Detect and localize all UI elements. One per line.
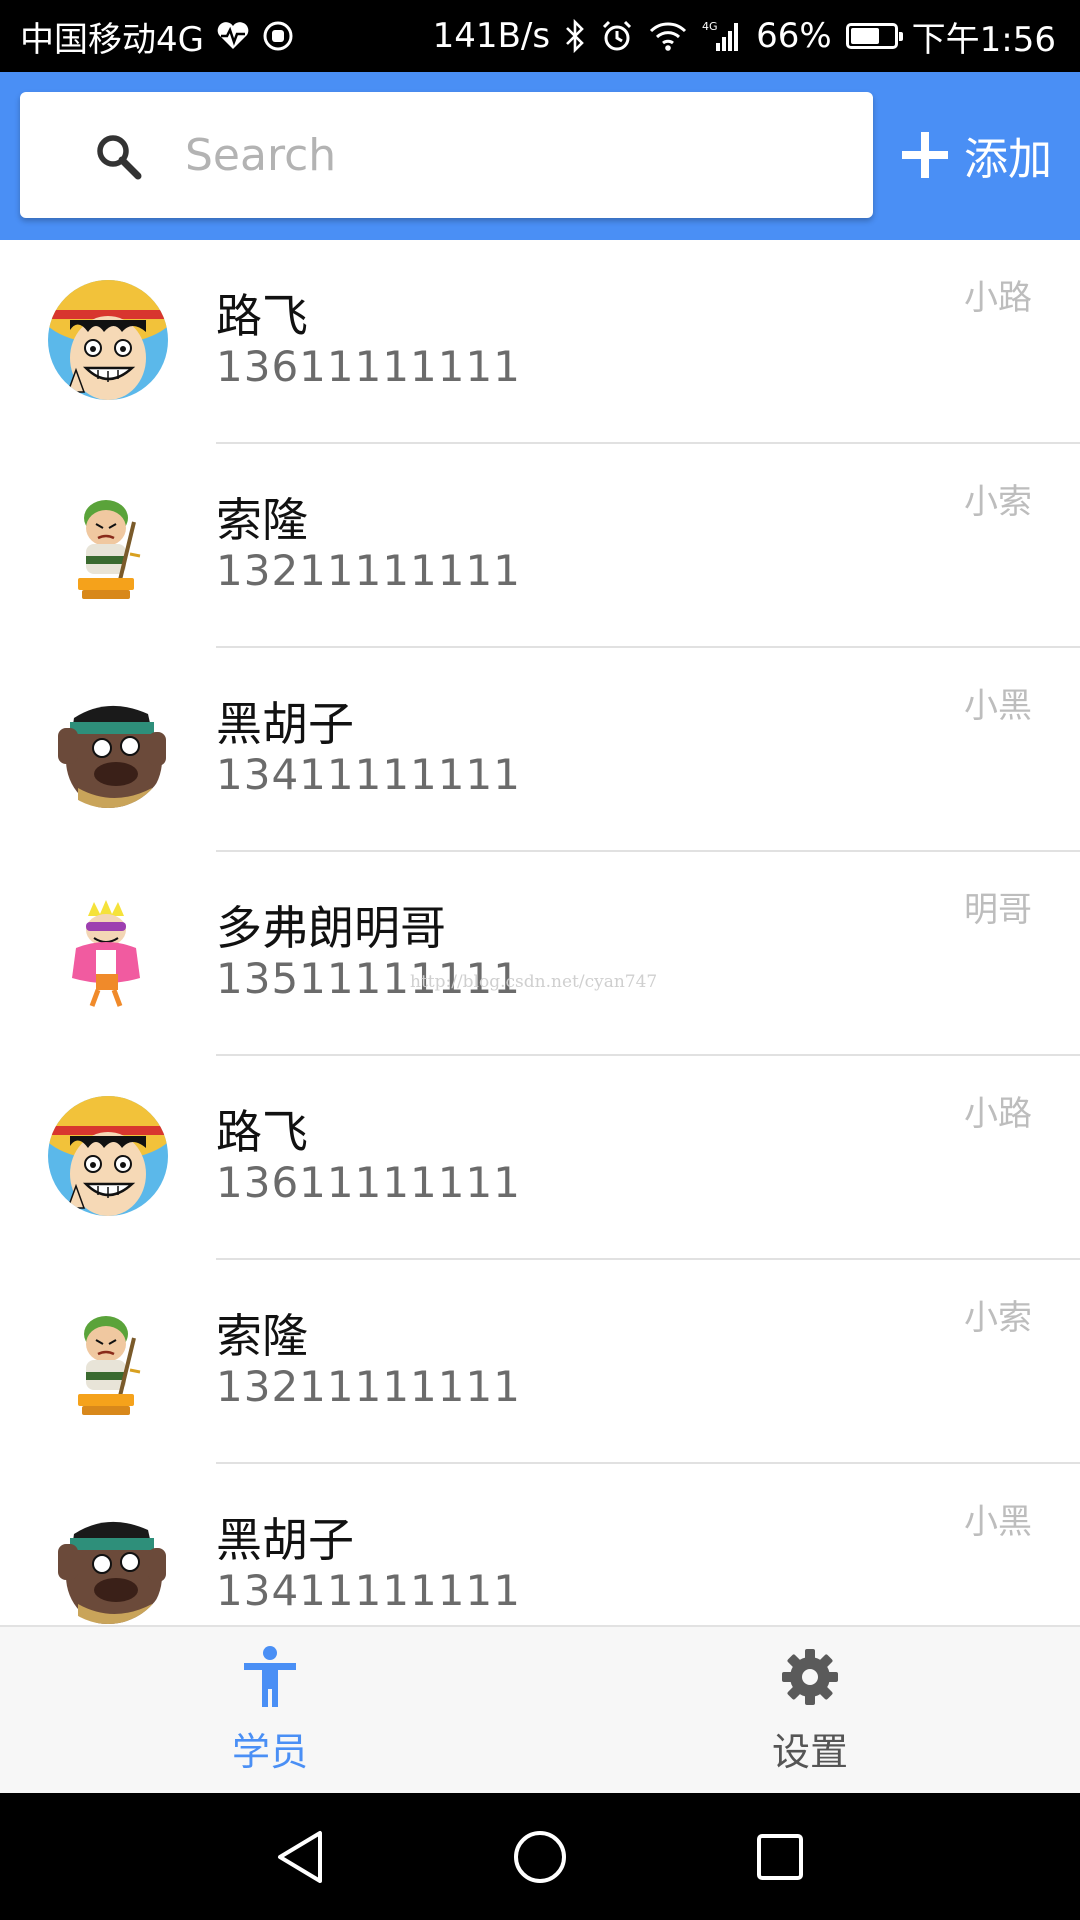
- doflamingo-avatar-icon: [48, 892, 168, 1012]
- list-item[interactable]: 索隆 13211111111 小索: [0, 444, 1080, 648]
- alarm-icon: [600, 19, 634, 53]
- home-icon[interactable]: [510, 1827, 570, 1887]
- contact-nickname: 小索: [964, 1298, 1032, 1338]
- contact-phone: 13411111111: [216, 1566, 521, 1615]
- tab-students[interactable]: 学员: [0, 1627, 540, 1793]
- contact-nickname: 小黑: [964, 1502, 1032, 1542]
- search-box[interactable]: [20, 92, 873, 218]
- wifi-icon: [648, 20, 688, 52]
- tab-students-label: 学员: [231, 1729, 308, 1774]
- clock-label: 下午1:56: [911, 19, 1056, 60]
- contact-nickname: 小路: [964, 278, 1032, 318]
- back-icon[interactable]: [270, 1827, 330, 1887]
- status-left: 中国移动4G: [20, 12, 294, 61]
- contact-nickname: 小索: [964, 482, 1032, 522]
- contact-nickname: 明哥: [964, 890, 1032, 930]
- contact-phone: 13611111111: [216, 1158, 521, 1207]
- status-right: 141B/s 4G 66% 下午1:56: [433, 12, 1056, 61]
- contact-phone: 13611111111: [216, 342, 521, 391]
- luffy-avatar-icon: [48, 280, 168, 400]
- list-item[interactable]: 黑胡子 13411111111 小黑: [0, 1464, 1080, 1625]
- bottom-nav: 学员 设置: [0, 1625, 1080, 1793]
- luffy-avatar-icon: [48, 1096, 168, 1216]
- list-item[interactable]: 黑胡子 13411111111 小黑: [0, 648, 1080, 852]
- contact-list[interactable]: 路飞 13611111111 小路 索隆 13211111111 小索 黑胡子 …: [0, 240, 1080, 1625]
- contact-nickname: 小路: [964, 1094, 1032, 1134]
- contact-name: 黑胡子: [216, 697, 354, 751]
- battery-percent-label: 66%: [756, 16, 832, 56]
- plus-icon: [902, 132, 948, 178]
- list-item[interactable]: 路飞 13611111111 小路: [0, 1056, 1080, 1260]
- zoro-avatar-icon: [48, 1300, 168, 1420]
- blackbeard-avatar-icon: [48, 688, 168, 808]
- contact-name: 路飞: [216, 289, 308, 343]
- contact-name: 索隆: [216, 493, 308, 547]
- svg-text:4G: 4G: [702, 20, 718, 33]
- battery-level: [850, 28, 879, 44]
- contact-phone: 13211111111: [216, 1362, 521, 1411]
- app-bar: 添加: [0, 72, 1080, 240]
- contact-name: 索隆: [216, 1309, 308, 1363]
- person-icon: [244, 1645, 296, 1707]
- contact-nickname: 小黑: [964, 686, 1032, 726]
- carrier-label: 中国移动4G: [20, 19, 204, 60]
- battery-icon: [845, 23, 903, 49]
- app-screen: 中国移动4G 141B/s 4G 66% 下午1:56 Search 添加 路飞…: [0, 0, 1080, 1920]
- add-label: 添加: [964, 134, 1052, 185]
- add-button[interactable]: 添加: [900, 92, 1070, 218]
- net-speed-label: 141B/s: [432, 16, 551, 56]
- shield-hand-icon: [262, 20, 294, 52]
- bluetooth-icon: [564, 19, 586, 53]
- search-input[interactable]: [185, 92, 845, 218]
- search-icon: [97, 135, 142, 180]
- list-item[interactable]: 路飞 13611111111 小路: [0, 240, 1080, 444]
- blackbeard-avatar-icon: [48, 1504, 168, 1624]
- heart-rate-icon: [216, 21, 250, 51]
- contact-phone: 13411111111: [216, 750, 521, 799]
- contact-name: 多弗朗明哥: [216, 901, 446, 955]
- tab-settings-label: 设置: [771, 1729, 848, 1774]
- recents-icon[interactable]: [750, 1827, 810, 1887]
- status-bar: 中国移动4G 141B/s 4G 66% 下午1:56: [0, 0, 1080, 72]
- watermark-text: http://blog.csdn.net/cyan747: [410, 972, 658, 992]
- system-nav-bar: [0, 1793, 1080, 1920]
- contact-name: 路飞: [216, 1105, 308, 1159]
- zoro-avatar-icon: [48, 484, 168, 604]
- contact-name: 黑胡子: [216, 1513, 354, 1567]
- list-item[interactable]: 索隆 13211111111 小索: [0, 1260, 1080, 1464]
- gear-icon: [782, 1648, 838, 1705]
- tab-settings[interactable]: 设置: [540, 1627, 1080, 1793]
- contact-phone: 13211111111: [216, 546, 521, 595]
- cell-signal-icon: 4G: [702, 19, 742, 53]
- list-item[interactable]: 多弗朗明哥 13511111111 明哥: [0, 852, 1080, 1056]
